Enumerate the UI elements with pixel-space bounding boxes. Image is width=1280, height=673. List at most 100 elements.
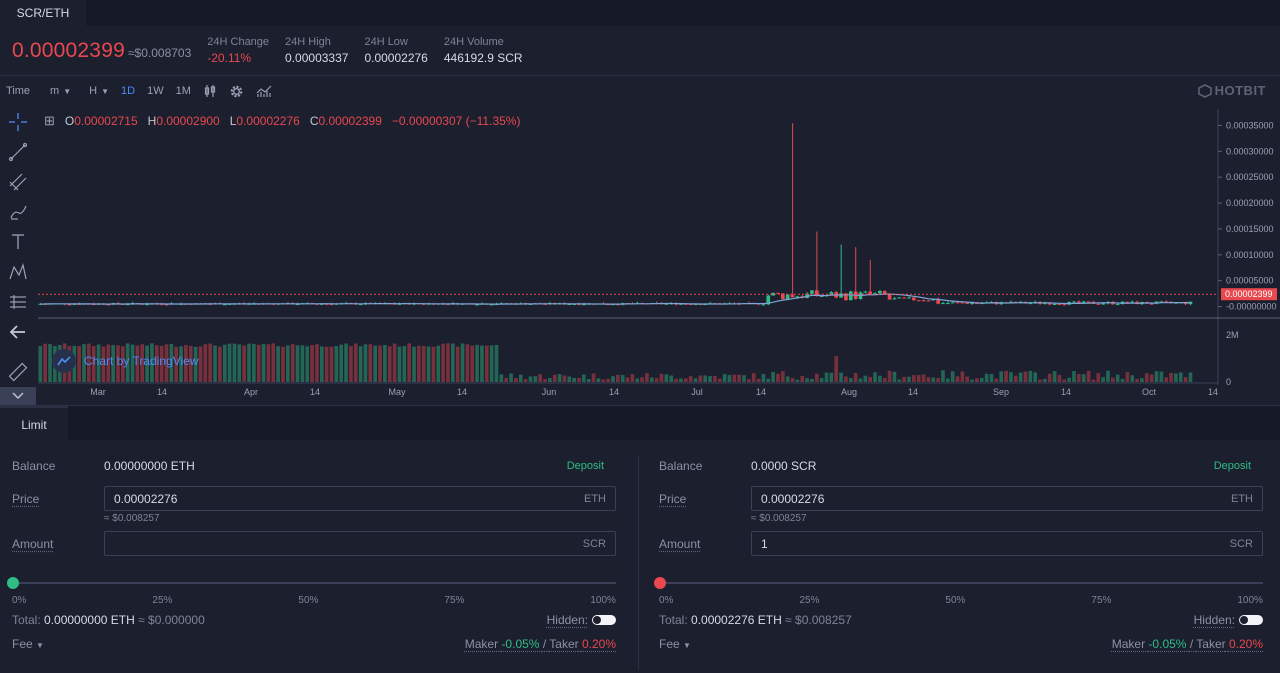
candle-body <box>878 290 882 294</box>
volume-bar <box>814 373 819 382</box>
volume-tick-label: 2M <box>1226 330 1239 340</box>
time-tick-label: Oct <box>1142 387 1157 397</box>
volume-bar <box>606 378 610 382</box>
volume-bar <box>1018 372 1023 382</box>
sell-price-input[interactable]: 0.00002276 ETH <box>751 486 1263 511</box>
slider-track <box>12 582 616 584</box>
buy-hidden-switch[interactable]: Hidden: <box>547 613 616 627</box>
time-tick-label: Apr <box>244 387 258 397</box>
volume-bar <box>557 374 562 382</box>
price-unit: ETH <box>584 492 606 505</box>
time-tick-label: 14 <box>457 387 467 397</box>
chart-area: Time m ▼ H ▼ 1D 1W 1M HOTBIT 0.00035000 0.0… <box>0 77 1280 405</box>
volume-bar <box>509 373 513 382</box>
legend-expand-icon[interactable]: ⊞ <box>44 113 55 129</box>
pct-75[interactable]: 75% <box>444 595 464 606</box>
pair-tab[interactable]: SCR/ETH <box>0 0 86 26</box>
pct-50[interactable]: 50% <box>945 595 965 606</box>
candle-body <box>897 297 902 299</box>
candle-body <box>1052 303 1057 305</box>
volume-bar <box>572 377 576 382</box>
balance-label: Balance <box>12 459 56 473</box>
volume-bar <box>785 376 790 382</box>
candle-body <box>955 302 960 304</box>
volume-bar <box>960 371 965 382</box>
buy-deposit-link[interactable]: Deposit <box>567 460 604 472</box>
sell-amount-input[interactable]: 1 SCR <box>751 531 1263 556</box>
sell-deposit-link[interactable]: Deposit <box>1214 460 1251 472</box>
stat-label: 24H Change <box>207 36 270 48</box>
volume-bar <box>970 379 974 382</box>
pct-0[interactable]: 0% <box>12 595 26 606</box>
candle-body <box>887 293 892 300</box>
buy-price-input[interactable]: 0.00002276 ETH <box>104 486 616 511</box>
volume-bar <box>499 374 504 382</box>
caret-down-icon: ▼ <box>683 641 691 650</box>
pct-25[interactable]: 25% <box>799 595 819 606</box>
buy-balance-row: Balance 0.00000000 ETH Deposit <box>12 459 616 473</box>
volume-bar <box>751 373 756 382</box>
volume-bar <box>1183 377 1188 382</box>
volume-bar <box>407 343 411 382</box>
stat-label: 24H Volume <box>443 36 504 48</box>
volume-bar <box>421 346 426 382</box>
slider-track <box>659 582 1263 584</box>
volume-bar <box>916 375 921 382</box>
volume-bar <box>1135 379 1139 382</box>
tab-limit[interactable]: Limit <box>0 406 68 441</box>
hidden-toggle[interactable] <box>1239 615 1263 625</box>
pct-50[interactable]: 50% <box>298 595 318 606</box>
candle-body <box>1149 303 1154 305</box>
pct-25[interactable]: 25% <box>152 595 172 606</box>
sell-percent-slider[interactable] <box>654 577 1263 589</box>
buy-amount-input[interactable]: SCR <box>104 531 616 556</box>
fee-separator: / <box>542 637 547 651</box>
buy-price-value: 0.00002276 <box>114 491 178 506</box>
volume-bar <box>484 345 489 382</box>
ticker-bar: 0.00002399 ≈$0.008703 24H Change -20.11%… <box>0 26 1280 76</box>
pct-100[interactable]: 100% <box>590 595 616 606</box>
volume-bar <box>577 377 581 382</box>
sell-fee-dropdown[interactable]: Fee ▼ <box>659 637 691 651</box>
volume-bar <box>635 378 640 382</box>
pct-100[interactable]: 100% <box>1237 595 1263 606</box>
volume-bar <box>494 344 499 382</box>
volume-bar <box>878 375 882 382</box>
volume-bar <box>286 345 290 382</box>
buy-fee-dropdown[interactable]: Fee ▼ <box>12 637 44 651</box>
buy-percent-slider[interactable] <box>7 577 616 589</box>
volume-bar <box>819 377 824 382</box>
volume-bar <box>873 372 877 382</box>
candle-body <box>1077 301 1081 303</box>
volume-bar <box>1072 371 1076 382</box>
volume-bar <box>315 344 319 382</box>
slider-knob[interactable] <box>7 577 19 589</box>
volume-bar <box>824 372 829 382</box>
tradingview-label: Chart by TradingView <box>84 354 199 368</box>
sell-balance-row: Balance 0.0000 SCR Deposit <box>659 459 1263 473</box>
volume-bar <box>921 374 926 382</box>
volume-bar <box>776 373 780 382</box>
stat-value: 0.00002276 <box>364 51 428 65</box>
tradingview-badge[interactable]: Chart by TradingView <box>52 349 199 373</box>
candle-body <box>1062 304 1067 306</box>
slider-knob[interactable] <box>654 577 666 589</box>
time-tick-label: Aug <box>841 387 857 397</box>
hidden-toggle[interactable] <box>592 615 616 625</box>
candle-body <box>776 292 780 294</box>
volume-bar <box>839 372 843 382</box>
pct-75[interactable]: 75% <box>1091 595 1111 606</box>
pct-0[interactable]: 0% <box>659 595 673 606</box>
price-tick-label: -0.00000000 <box>1226 302 1277 312</box>
volume-bar <box>387 346 392 382</box>
volume-bar <box>975 378 979 382</box>
volume-bar <box>722 374 727 382</box>
sell-total-usd: ≈ $0.008257 <box>785 613 852 627</box>
fee-separator: / <box>1189 637 1194 651</box>
volume-bar <box>853 373 858 382</box>
volume-bar <box>737 374 741 382</box>
sell-hidden-switch[interactable]: Hidden: <box>1194 613 1263 627</box>
fee-label: Fee <box>659 637 680 651</box>
volume-bar <box>654 378 659 382</box>
volume-bar <box>848 378 853 382</box>
